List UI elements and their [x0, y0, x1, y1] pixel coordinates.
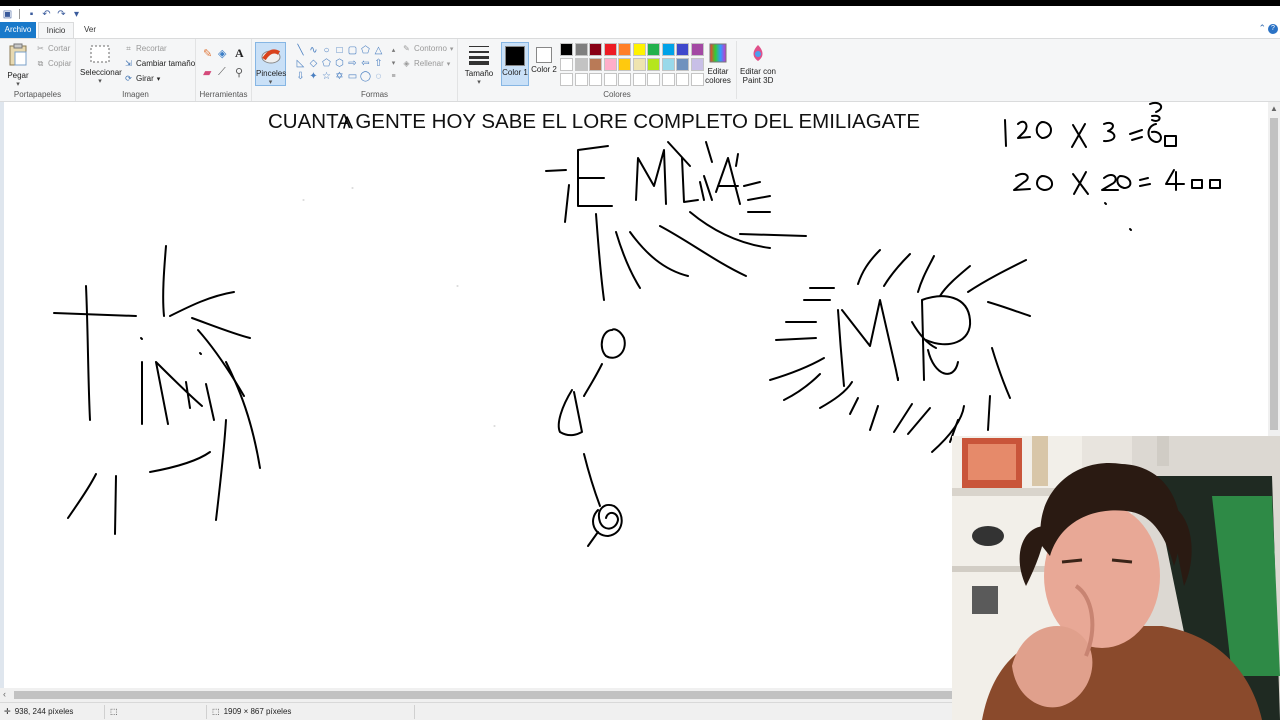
canvas-size-text: 1909 × 867 píxeles	[223, 707, 292, 716]
horizontal-scrollbar[interactable]: ‹	[0, 688, 952, 702]
selection-size: ⬚	[106, 703, 118, 720]
scroll-left-icon[interactable]: ‹	[3, 689, 6, 699]
status-divider	[414, 705, 415, 719]
horizontal-scroll-thumb[interactable]	[14, 691, 952, 699]
emilia-scribble	[545, 141, 807, 301]
math-scribble	[1004, 102, 1221, 231]
streamer-webcam-image	[952, 436, 1280, 720]
canvas-size: ⬚ 1909 × 867 píxeles	[208, 703, 291, 720]
cursor-position-text: 938, 244 píxeles	[14, 707, 74, 716]
cursor-arrow-icon	[343, 116, 353, 129]
status-divider	[104, 705, 105, 719]
canvas-size-icon: ⬚	[212, 707, 220, 716]
paint-window: ▣ ▪ ↶ ↷ ▾ Archivo Inicio Ver ⌃ ? Pegar ▾	[0, 0, 1280, 720]
cursor-position-icon: ✛	[4, 707, 11, 716]
cursor-position: ✛ 938, 244 píxeles	[0, 703, 73, 720]
vertical-scrollbar[interactable]: ▲	[1268, 102, 1280, 438]
selection-size-icon: ⬚	[110, 707, 118, 716]
tn-scribble	[53, 245, 261, 535]
scroll-up-icon[interactable]: ▲	[1270, 104, 1278, 113]
vertical-scroll-thumb[interactable]	[1270, 118, 1278, 430]
stick-figure-scribble	[557, 328, 626, 547]
status-divider	[206, 705, 207, 719]
webcam-overlay	[952, 436, 1280, 720]
mp-scribble	[769, 249, 1031, 453]
